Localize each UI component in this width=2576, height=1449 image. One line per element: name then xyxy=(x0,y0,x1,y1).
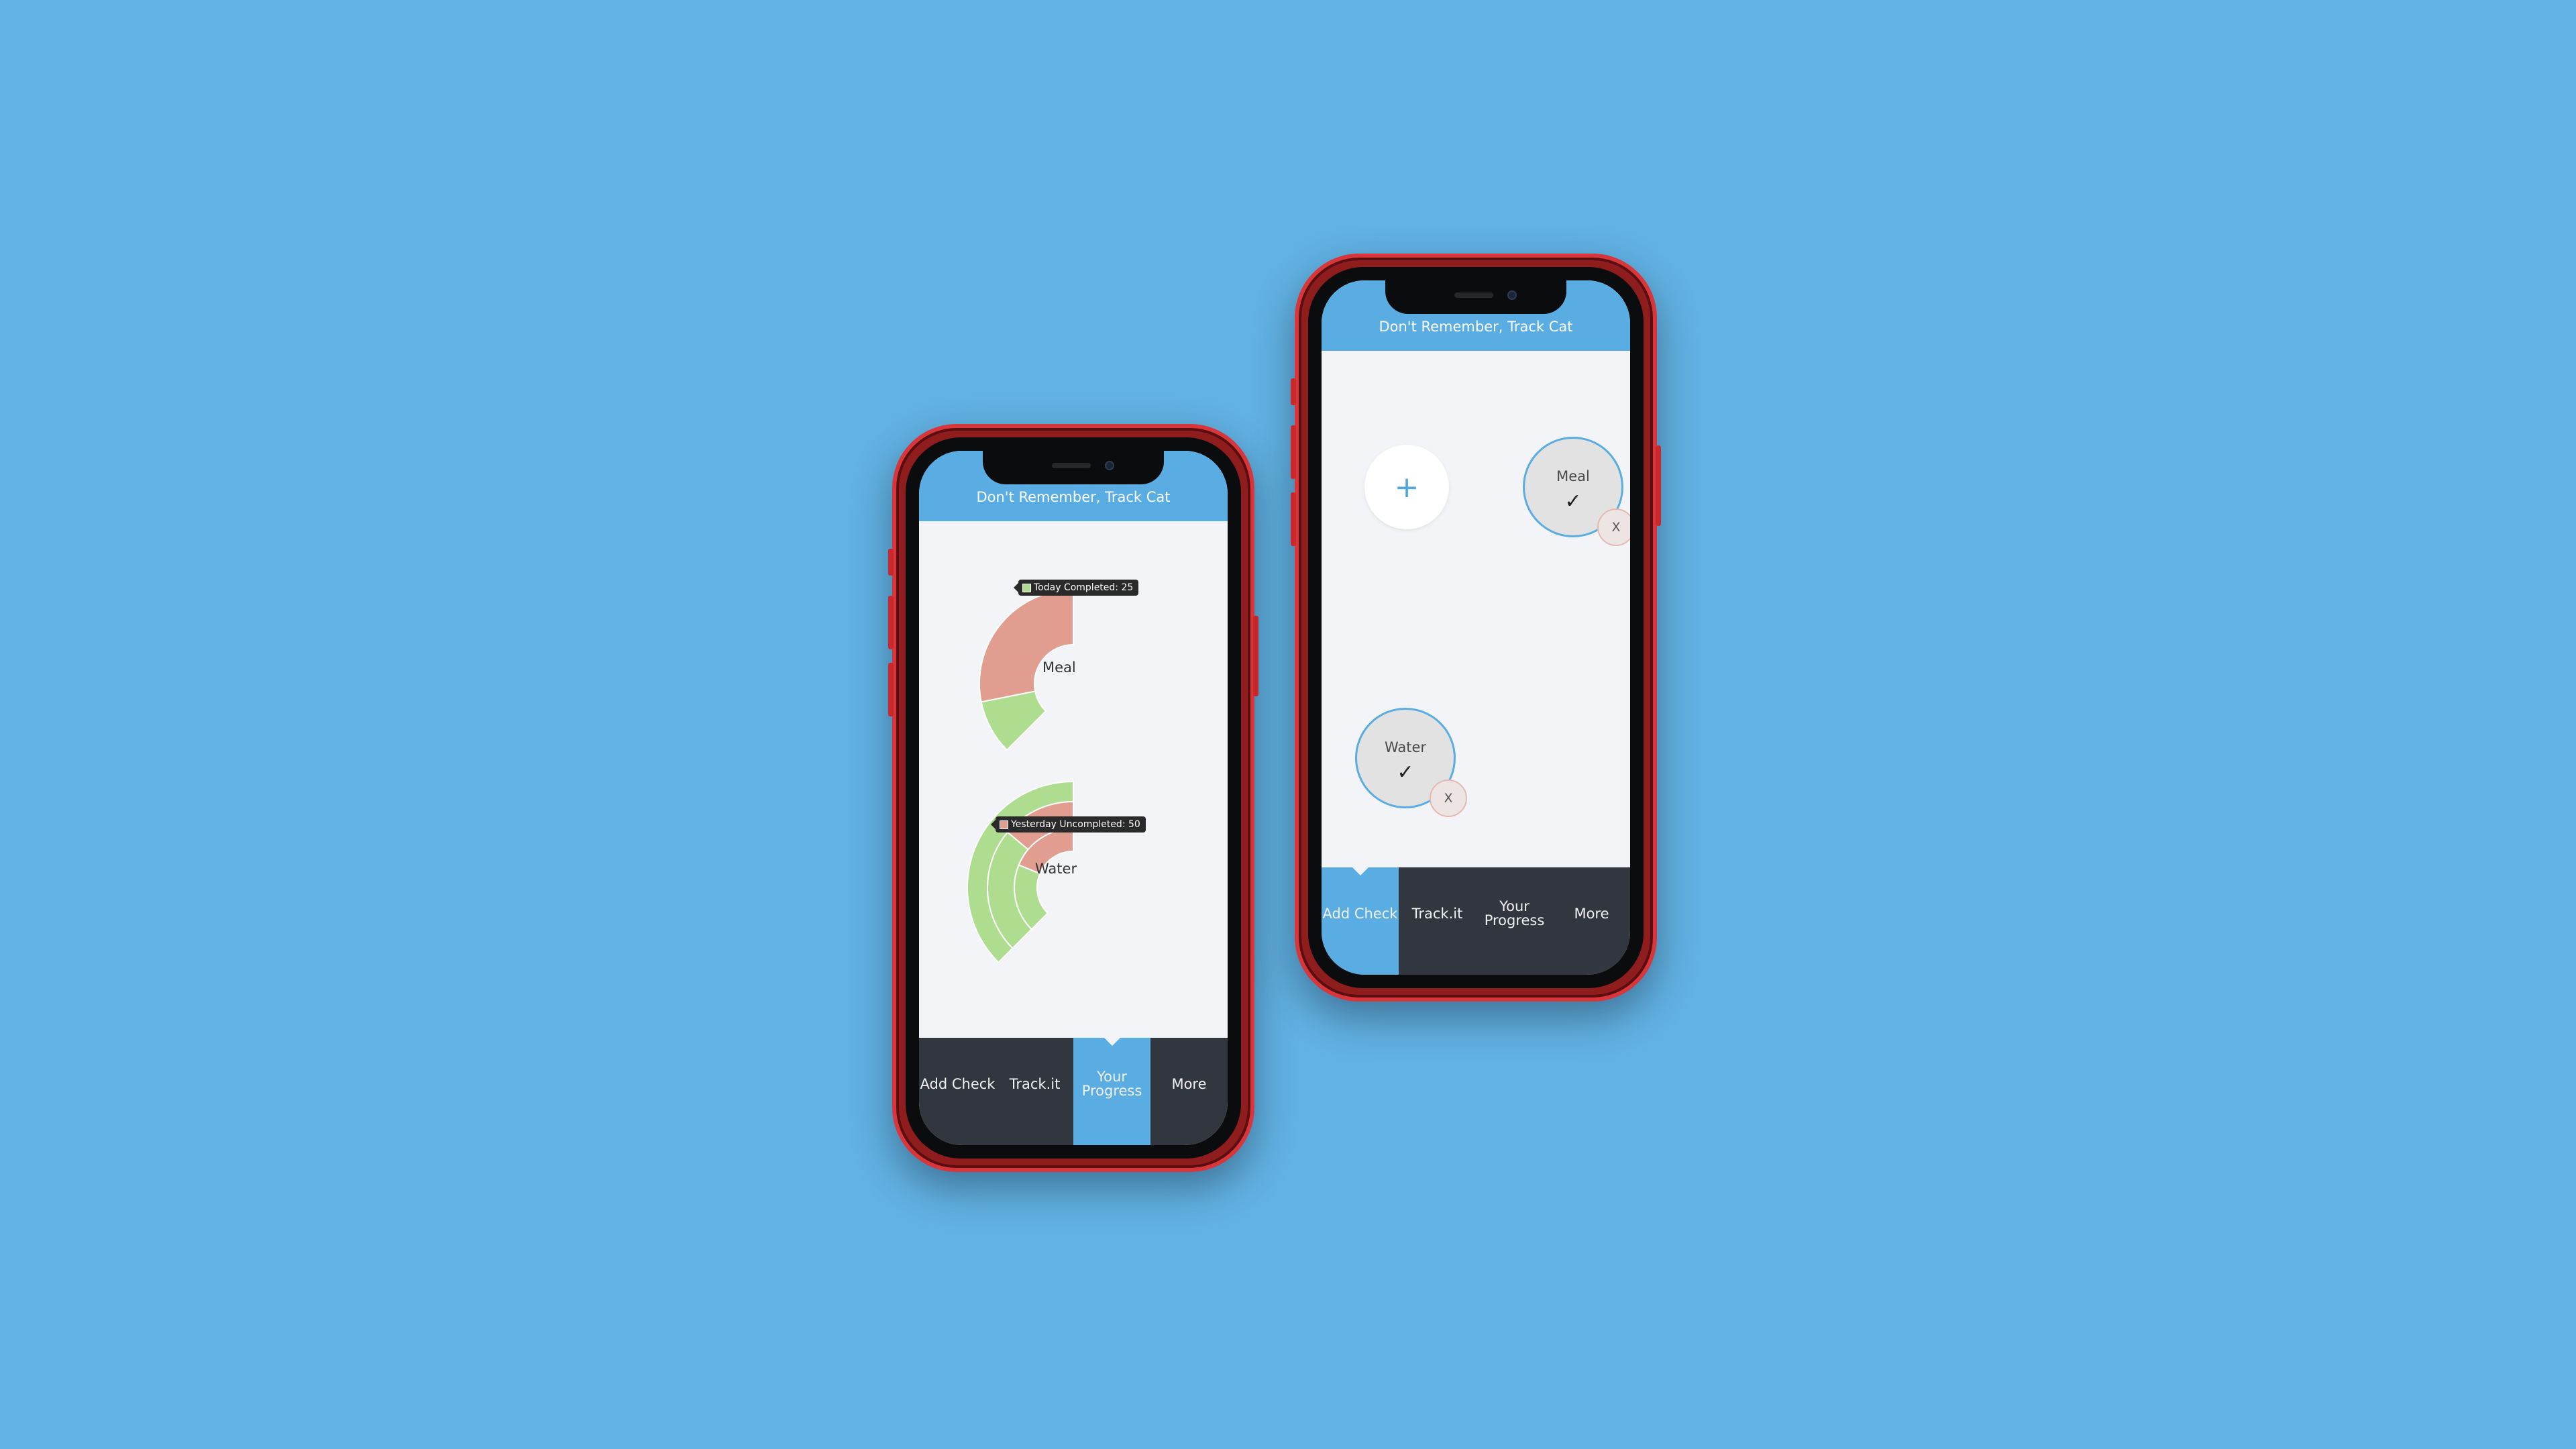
progress-content: Meal Water Today Completed: 25 Yesterday… xyxy=(919,521,1228,1038)
notch xyxy=(1385,280,1566,314)
plus-icon: + xyxy=(1394,470,1419,504)
app-title: Don't Remember, Track Cat xyxy=(976,489,1171,505)
check-item-meal[interactable]: Meal ✓ X xyxy=(1523,437,1630,546)
tab-track-it[interactable]: Track.it xyxy=(1399,867,1476,975)
phone-bezel: Don't Remember, Track Cat + Meal ✓ X Wat… xyxy=(1308,267,1644,988)
progress-charts xyxy=(967,588,1074,964)
phone-volume-down xyxy=(888,663,894,716)
speaker-grille xyxy=(1052,463,1091,468)
phone-side-button xyxy=(888,549,894,576)
check-icon: ✓ xyxy=(1564,490,1582,513)
tab-your-progress[interactable]: Your Progress xyxy=(1073,1038,1150,1145)
meal-chart-label: Meal xyxy=(1042,659,1076,676)
check-item-name: Water xyxy=(1384,739,1427,755)
completed-swatch xyxy=(1022,583,1031,592)
phone-add-check: Don't Remember, Track Cat + Meal ✓ X Wat… xyxy=(1291,254,1661,1002)
phone-progress: Don't Remember, Track Cat Meal Water Tod… xyxy=(888,424,1258,1172)
notch xyxy=(983,451,1164,484)
tab-add-check[interactable]: Add Check xyxy=(1322,867,1399,975)
tab-more[interactable]: More xyxy=(1553,867,1630,975)
check-item-water[interactable]: Water ✓ X xyxy=(1355,708,1467,817)
remove-check-button[interactable]: X xyxy=(1597,508,1630,546)
water-tooltip-text: Yesterday Uncompleted: 50 xyxy=(1011,819,1140,830)
meal-tooltip-text: Today Completed: 25 xyxy=(1034,582,1134,593)
add-check-content: + Meal ✓ X Water ✓ X xyxy=(1322,351,1630,867)
water-chart-tooltip: Yesterday Uncompleted: 50 xyxy=(991,816,1146,833)
check-item-name: Meal xyxy=(1556,468,1590,484)
uncompleted-swatch xyxy=(1000,820,1008,829)
tab-your-progress[interactable]: Your Progress xyxy=(1476,867,1553,975)
speaker-grille xyxy=(1454,292,1493,298)
tab-bar: Add Check Track.it Your Progress More xyxy=(919,1038,1228,1145)
phone-volume-up xyxy=(888,596,894,649)
check-icon: ✓ xyxy=(1397,761,1414,784)
tab-track-it[interactable]: Track.it xyxy=(996,1038,1073,1145)
add-check-button[interactable]: + xyxy=(1364,445,1449,529)
phone-volume-down xyxy=(1291,492,1296,546)
remove-check-button[interactable]: X xyxy=(1430,780,1467,817)
phone-side-button xyxy=(1291,378,1296,405)
phone-power-button xyxy=(1656,445,1661,526)
screen-progress: Don't Remember, Track Cat Meal Water Tod… xyxy=(919,451,1228,1145)
meal-chart-tooltip: Today Completed: 25 xyxy=(1013,580,1139,596)
water-chart-label: Water xyxy=(1035,861,1077,877)
phone-bezel: Don't Remember, Track Cat Meal Water Tod… xyxy=(906,437,1241,1159)
app-title: Don't Remember, Track Cat xyxy=(1379,319,1573,335)
tab-bar: Add Check Track.it Your Progress More xyxy=(1322,867,1630,975)
tab-add-check[interactable]: Add Check xyxy=(919,1038,996,1145)
phone-power-button xyxy=(1253,616,1258,696)
phone-volume-up xyxy=(1291,425,1296,479)
camera-icon xyxy=(1105,461,1114,470)
tab-more[interactable]: More xyxy=(1150,1038,1228,1145)
meal-ring0-uncompleted-slice[interactable] xyxy=(979,588,1074,703)
screen-add-check: Don't Remember, Track Cat + Meal ✓ X Wat… xyxy=(1322,280,1630,975)
camera-icon xyxy=(1507,290,1517,300)
